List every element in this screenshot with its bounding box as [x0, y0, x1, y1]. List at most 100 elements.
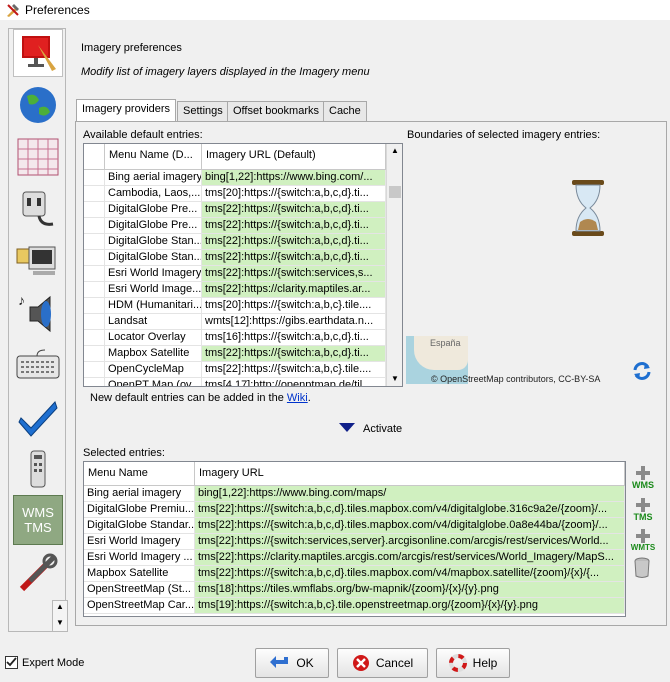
row-check-cell[interactable] [84, 362, 105, 378]
boundaries-label: Boundaries of selected imagery entries: [407, 129, 601, 141]
activate-button[interactable]: Activate [363, 423, 402, 435]
table-row[interactable]: Esri World Imagery tms[22]:https://{switc… [84, 534, 625, 550]
table-row[interactable]: OpenCycleMap tms[22]:https://{switch:a,b,… [84, 362, 386, 378]
plug-icon[interactable] [13, 185, 63, 233]
menu-name-cell: DigitalGlobe Pre... [105, 218, 202, 234]
delete-entry-button[interactable] [633, 557, 651, 582]
url-cell: tms[22]:https://{switch:a,b,c,d}.ti... [202, 202, 386, 218]
table-row[interactable]: Mapbox Satellite tms[22]:https://{switch:… [84, 566, 625, 582]
add-wms-label: WMS [632, 480, 654, 490]
table-row[interactable]: Esri World Imagery tms[22]:https://{switc… [84, 266, 386, 282]
add-wms-button[interactable]: WMS [630, 460, 656, 490]
table-row[interactable]: Locator Overlay tms[16]:https://{switch:a… [84, 330, 386, 346]
table-row[interactable]: DigitalGlobe Pre... tms[22]:https://{swit… [84, 202, 386, 218]
refresh-icon[interactable] [632, 361, 652, 384]
help-label: Help [472, 656, 498, 670]
row-check-cell[interactable] [84, 202, 105, 218]
display-icon[interactable] [13, 29, 63, 77]
row-check-cell[interactable] [84, 266, 105, 282]
scroll-up-icon[interactable]: ▲ [391, 146, 399, 155]
menu-name-cell: Locator Overlay [105, 330, 202, 346]
menu-name-cell: DigitalGlobe Standar... [84, 518, 195, 534]
preferences-sidebar[interactable]: ♪ WMS TMS [8, 28, 66, 632]
validator-icon[interactable] [13, 393, 63, 441]
column-header-check[interactable] [84, 144, 105, 169]
menu-name-cell: Cambodia, Laos,... [105, 186, 202, 202]
speaker-icon[interactable]: ♪ [13, 289, 63, 337]
tab-cache[interactable]: Cache [323, 101, 367, 121]
selected-entries-table[interactable]: Menu Name Imagery URL Bing aerial imager… [83, 461, 626, 617]
sidebar-scrollbar[interactable]: ▲ ▼ [52, 600, 68, 632]
column-header-url[interactable]: Imagery URL (Default) [202, 144, 386, 169]
table-row[interactable]: DigitalGlobe Stan... tms[22]:https://{swi… [84, 234, 386, 250]
menu-name-cell: Mapbox Satellite [105, 346, 202, 362]
url-cell: tms[20]:https://{switch:a,b,c,d}.ti... [202, 186, 386, 202]
table-row[interactable]: Esri World Imagery ... tms[22]:https://cl… [84, 550, 625, 566]
available-entries-table[interactable]: Menu Name (D... Imagery URL (Default) Bi… [83, 143, 403, 387]
add-tms-button[interactable]: TMS [630, 492, 656, 522]
expert-mode-checkbox[interactable] [5, 656, 18, 669]
help-button[interactable]: Help [436, 648, 510, 678]
table-row[interactable]: HDM (Humanitari... tms[20]:https://{switc… [84, 298, 386, 314]
table-row[interactable]: OpenStreetMap (St... tms[18]:https://tile… [84, 582, 625, 598]
row-check-cell[interactable] [84, 234, 105, 250]
table-row[interactable]: Bing aerial imagery bing[1,22]:https://ww… [84, 486, 625, 502]
scroll-thumb[interactable] [389, 186, 401, 198]
row-check-cell[interactable] [84, 250, 105, 266]
table-row[interactable]: OpenStreetMap Car... tms[19]:https://{swi… [84, 598, 625, 614]
tab-settings[interactable]: Settings [177, 101, 229, 121]
table-row[interactable]: Bing aerial imagery bing[1,22]:https://ww… [84, 170, 386, 186]
table-row[interactable]: DigitalGlobe Stan... tms[22]:https://{swi… [84, 250, 386, 266]
ok-label: OK [296, 656, 314, 670]
table-row[interactable]: Esri World Image... tms[22]:https://clari… [84, 282, 386, 298]
tab-imagery-providers[interactable]: Imagery providers [76, 99, 177, 122]
folder-icon[interactable] [13, 237, 63, 285]
column-header-menu-name[interactable]: Menu Name [84, 462, 195, 485]
menu-name-cell: Landsat [105, 314, 202, 330]
keyboard-icon[interactable] [13, 341, 63, 389]
row-check-cell[interactable] [84, 170, 105, 186]
url-cell: tms[22]:https://{switch:services,server}… [195, 534, 625, 550]
menu-name-cell: DigitalGlobe Pre... [105, 202, 202, 218]
column-header-menu-name[interactable]: Menu Name (D... [105, 144, 202, 169]
imagery-icon[interactable]: WMS TMS [13, 495, 63, 545]
trash-icon [634, 557, 650, 578]
scroll-up-icon[interactable]: ▲ [56, 602, 64, 611]
available-scrollbar[interactable]: ▲ ▼ [386, 144, 402, 386]
row-check-cell[interactable] [84, 298, 105, 314]
row-check-cell[interactable] [84, 218, 105, 234]
scroll-down-icon[interactable]: ▼ [56, 618, 64, 627]
add-wmts-button[interactable]: WMTS [630, 522, 656, 552]
column-header-url[interactable]: Imagery URL [195, 462, 625, 485]
title-bar: Preferences [0, 0, 670, 20]
url-cell: tms[22]:https://{switch:a,b,c,d}.tiles.m… [195, 518, 625, 534]
row-check-cell[interactable] [84, 186, 105, 202]
row-check-cell[interactable] [84, 314, 105, 330]
projection-icon[interactable] [13, 133, 63, 181]
row-check-cell[interactable] [84, 346, 105, 362]
table-row[interactable]: DigitalGlobe Standar... tms[22]:https://{… [84, 518, 625, 534]
remote-control-icon[interactable] [13, 445, 63, 493]
table-row[interactable]: Mapbox Satellite tms[22]:https://{switch:… [84, 346, 386, 362]
wiki-link[interactable]: Wiki [287, 392, 308, 404]
globe-icon[interactable] [13, 81, 63, 129]
row-check-cell[interactable] [84, 282, 105, 298]
expert-mode-label[interactable]: Expert Mode [22, 657, 84, 669]
activate-arrow-icon[interactable] [339, 423, 355, 436]
cancel-button[interactable]: Cancel [337, 648, 428, 678]
selected-entries-label: Selected entries: [83, 447, 165, 459]
url-cell: tms[22]:https://{switch:a,b,c,d}.tiles.m… [195, 566, 625, 582]
row-check-cell[interactable] [84, 330, 105, 346]
table-row[interactable]: Landsat wmts[12]:https://gibs.earthdata.n… [84, 314, 386, 330]
tools-icon[interactable] [13, 549, 63, 597]
table-row[interactable]: Cambodia, Laos,... tms[20]:https://{switc… [84, 186, 386, 202]
scroll-down-icon[interactable]: ▼ [391, 374, 399, 383]
tab-offset-bookmarks[interactable]: Offset bookmarks [227, 101, 325, 121]
table-row[interactable]: DigitalGlobe Premiu... tms[22]:https://{s… [84, 502, 625, 518]
url-cell: tms[22]:https://{switch:a,b,c,d}.tiles.m… [195, 502, 625, 518]
row-check-cell[interactable] [84, 378, 105, 386]
lifebuoy-icon [448, 654, 467, 672]
table-row[interactable]: OpenPT Map (ov... tms[4,17]:http://openpt… [84, 378, 386, 386]
ok-button[interactable]: OK [255, 648, 329, 678]
table-row[interactable]: DigitalGlobe Pre... tms[22]:https://{swit… [84, 218, 386, 234]
